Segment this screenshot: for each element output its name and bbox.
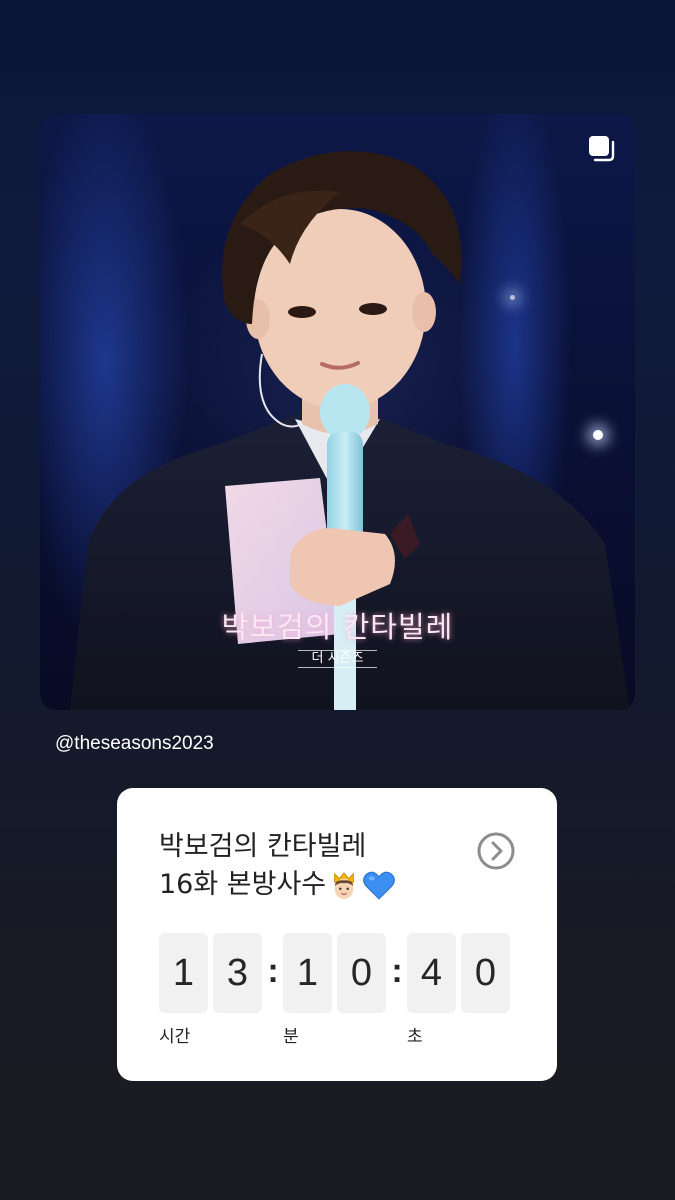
multiple-posts-icon [589,136,615,162]
show-logo-title: 박보검의 칸타빌레 [221,610,454,644]
minutes-digit-2: 0 [337,933,386,1013]
seconds-label: 초 [407,1027,423,1047]
username-link[interactable]: @theseasons2023 [55,733,214,755]
show-logo: 박보검의 칸타빌레 더 시즌즈 [40,604,635,668]
time-separator: : [391,952,403,990]
open-countdown-button[interactable] [476,831,516,871]
crown-person-icon [334,871,354,899]
blue-heart-icon [363,871,396,900]
minutes-label: 분 [283,1027,299,1047]
seconds-digit-1: 4 [407,933,456,1013]
hours-digit-2: 3 [213,933,262,1013]
hours-digit-1: 1 [159,933,208,1013]
countdown-title: 박보검의 칸타빌레 16화 본방사수 [159,828,459,904]
post-media-card[interactable]: 박보검의 칸타빌레 더 시즌즈 [40,114,635,710]
countdown-title-line2-row: 16화 본방사수 [159,866,459,904]
minutes-digit-1: 1 [283,933,332,1013]
countdown-sticker[interactable]: 박보검의 칸타빌레 16화 본방사수 1 3 : 1 0 : 4 0 시간 분 … [117,788,557,1081]
time-separator: : [267,952,279,990]
countdown-title-line1: 박보검의 칸타빌레 [159,831,367,862]
show-logo-subtitle: 더 시즌즈 [297,650,378,668]
countdown-title-line2: 16화 본방사수 [159,869,327,900]
seconds-digit-2: 0 [461,933,510,1013]
hours-label: 시간 [159,1027,191,1047]
